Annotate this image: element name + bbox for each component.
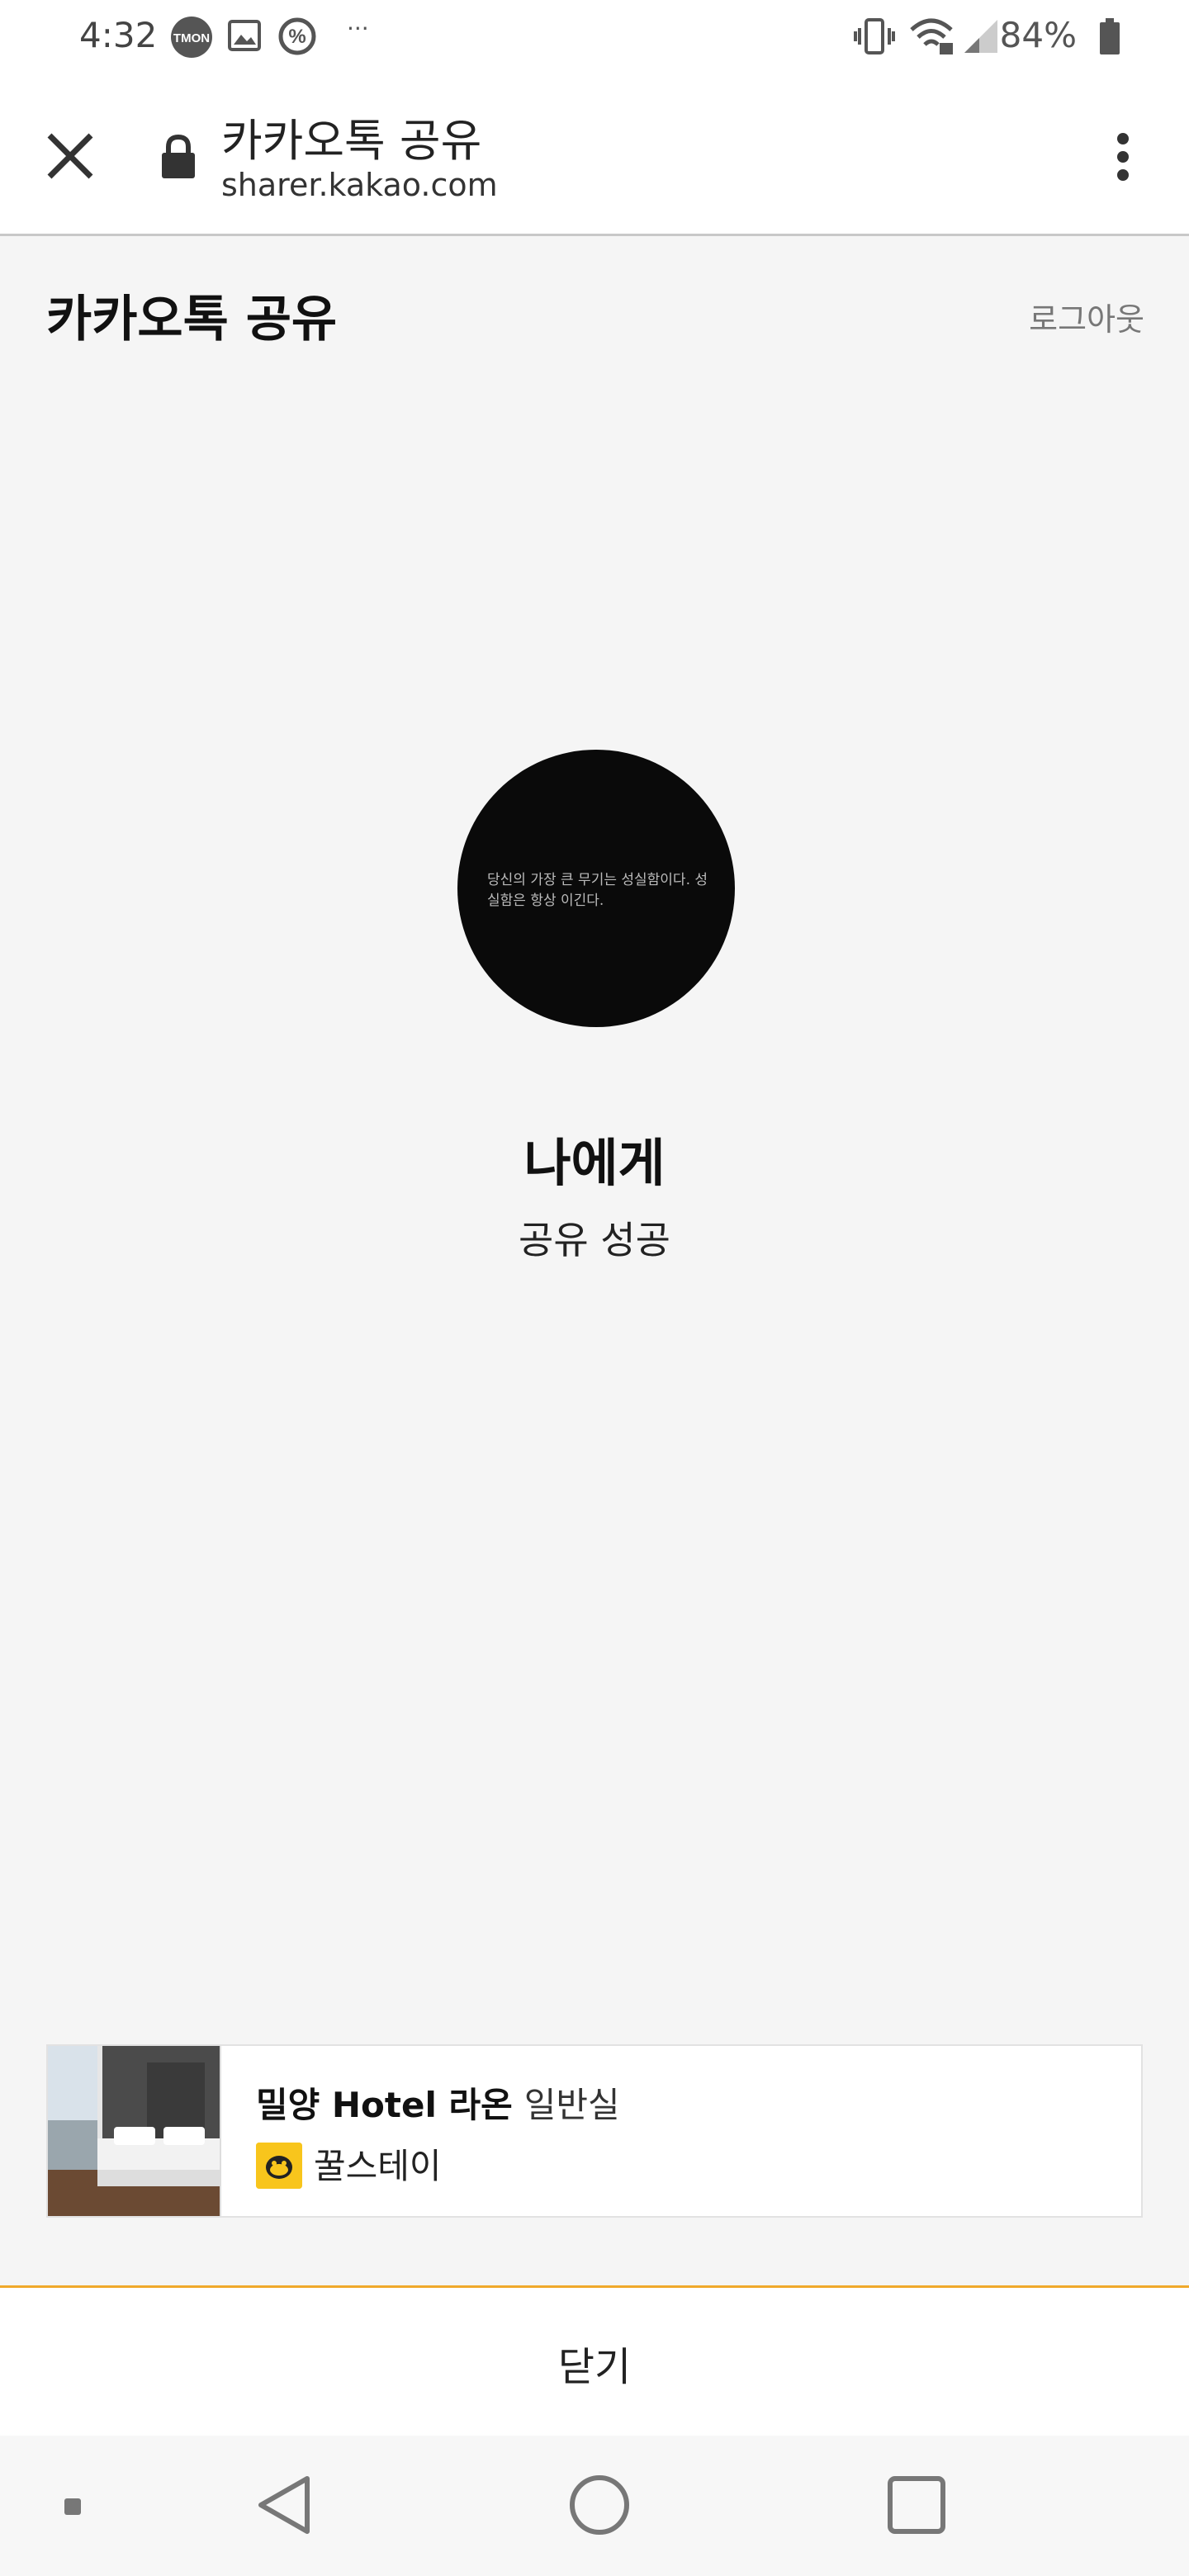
battery-icon [1098,17,1121,59]
discount-app-icon: % [277,17,317,59]
brand-name: 꿀스테이 [314,2146,442,2186]
status-bar: 4:32 TMON % ··· 84% [0,0,1189,76]
vibrate-icon [854,17,895,59]
brand-row: 꿀스테이 [256,2138,442,2192]
back-icon[interactable] [253,2472,319,2541]
tmon-app-icon: TMON [170,17,216,61]
browser-toolbar: 카카오톡 공유 sharer.kakao.com [0,76,1189,236]
recipient-name: 나에게 [523,1133,666,1193]
recents-icon[interactable] [883,2472,950,2541]
more-notifications-icon: ··· [347,15,369,42]
svg-text:%: % [288,26,306,48]
status-time: 4:32 [79,15,158,55]
more-options-icon[interactable] [1103,129,1143,195]
shared-content-card[interactable]: 밀양 Hotel 라온 일반실 꿀스테이 [46,2044,1143,2218]
svg-text:TMON: TMON [173,31,210,45]
home-icon[interactable] [566,2472,632,2541]
hotel-room-thumbnail [48,2046,221,2216]
battery-percent: 84% [999,15,1077,55]
gallery-icon [226,17,264,58]
url-host[interactable]: sharer.kakao.com [221,167,498,203]
close-button-label: 닫기 [557,2344,632,2390]
url-page-title[interactable]: 카카오톡 공유 [221,104,481,169]
room-type: 일반실 [523,2085,620,2125]
hotel-name: 밀양 Hotel 라온 [256,2085,513,2125]
share-status: 공유 성공 [519,1218,670,1262]
nav-handle-icon[interactable] [63,2497,83,2520]
wifi-icon [908,17,955,59]
honeystay-logo-icon [256,2142,302,2189]
signal-icon [961,17,1001,59]
system-nav-bar [0,2436,1189,2576]
lock-icon [159,134,197,180]
avatar: 당신의 가장 큰 무기는 성실함이다. 성실함은 항상 이긴다. [457,750,735,1027]
logout-link[interactable]: 로그아웃 [1029,294,1144,339]
page-title: 카카오톡 공유 [46,291,338,348]
hotel-title: 밀양 Hotel 라온 일반실 [256,2077,620,2128]
close-button[interactable]: 닫기 [0,2285,1189,2436]
close-icon[interactable] [41,127,99,185]
avatar-quote: 당신의 가장 큰 무기는 성실함이다. 성실함은 항상 이긴다. [487,872,708,909]
